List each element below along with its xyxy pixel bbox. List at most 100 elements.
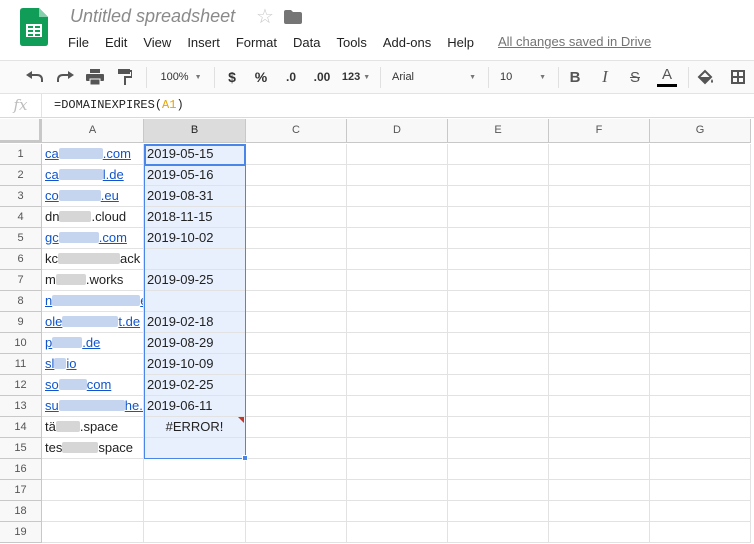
cell-f[interactable] xyxy=(549,270,650,291)
borders-icon[interactable] xyxy=(726,61,750,93)
cell-c[interactable] xyxy=(246,375,347,396)
cell-c[interactable] xyxy=(246,501,347,522)
paint-format-icon[interactable] xyxy=(112,61,138,93)
cell-c[interactable] xyxy=(246,186,347,207)
row-header[interactable]: 13 xyxy=(0,396,42,417)
cell-c[interactable] xyxy=(246,291,347,312)
row-header[interactable]: 18 xyxy=(0,501,42,522)
cell-e[interactable] xyxy=(448,270,549,291)
row-header[interactable]: 14 xyxy=(0,417,42,438)
column-header-g[interactable]: G xyxy=(650,119,751,143)
cell-e[interactable] xyxy=(448,480,549,501)
cell-f[interactable] xyxy=(549,417,650,438)
font-family-select[interactable]: Arial ▼ xyxy=(386,61,482,93)
cell-c[interactable] xyxy=(246,333,347,354)
cell-b[interactable]: 2019-06-11 xyxy=(144,396,246,417)
cell-b[interactable]: 2019-09-25 xyxy=(144,270,246,291)
more-formats-select[interactable]: 123 ▼ xyxy=(338,61,374,93)
cell-b[interactable] xyxy=(144,459,246,480)
zoom-select[interactable]: 100% ▼ xyxy=(152,61,210,93)
row-header[interactable]: 12 xyxy=(0,375,42,396)
row-header[interactable]: 10 xyxy=(0,333,42,354)
cell-f[interactable] xyxy=(549,480,650,501)
cell-d[interactable] xyxy=(347,144,448,165)
cell-d[interactable] xyxy=(347,333,448,354)
cell-a[interactable]: su he.d xyxy=(42,396,144,417)
currency-format-button[interactable]: $ xyxy=(222,61,242,93)
menu-insert[interactable]: Insert xyxy=(179,35,228,50)
cell-a[interactable]: sl io xyxy=(42,354,144,375)
cell-e[interactable] xyxy=(448,459,549,480)
cell-g[interactable] xyxy=(650,270,751,291)
cell-e[interactable] xyxy=(448,375,549,396)
cell-c[interactable] xyxy=(246,396,347,417)
cell-a[interactable]: ca l.de xyxy=(42,165,144,186)
cell-b[interactable] xyxy=(144,522,246,543)
cell-c[interactable] xyxy=(246,522,347,543)
text-color-button[interactable]: A xyxy=(654,61,680,93)
cell-a[interactable]: ole t.de xyxy=(42,312,144,333)
decrease-decimal-button[interactable]: .0 xyxy=(280,61,302,93)
cell-g[interactable] xyxy=(650,375,751,396)
select-all-corner[interactable] xyxy=(0,119,42,143)
cell-d[interactable] xyxy=(347,375,448,396)
increase-decimal-button[interactable]: .00 xyxy=(308,61,336,93)
cell-e[interactable] xyxy=(448,417,549,438)
cell-a[interactable]: nes. xyxy=(42,291,144,312)
cell-f[interactable] xyxy=(549,438,650,459)
cell-a[interactable]: m .works xyxy=(42,270,144,291)
cell-g[interactable] xyxy=(650,333,751,354)
cell-d[interactable] xyxy=(347,480,448,501)
cell-e[interactable] xyxy=(448,333,549,354)
cell-c[interactable] xyxy=(246,270,347,291)
cell-e[interactable] xyxy=(448,144,549,165)
cell-g[interactable] xyxy=(650,480,751,501)
cell-e[interactable] xyxy=(448,396,549,417)
cell-f[interactable] xyxy=(549,228,650,249)
cell-e[interactable] xyxy=(448,522,549,543)
cell-c[interactable] xyxy=(246,438,347,459)
cell-f[interactable] xyxy=(549,207,650,228)
row-header[interactable]: 8 xyxy=(0,291,42,312)
cell-e[interactable] xyxy=(448,249,549,270)
cell-d[interactable] xyxy=(347,312,448,333)
cell-g[interactable] xyxy=(650,291,751,312)
cell-c[interactable] xyxy=(246,207,347,228)
menu-file[interactable]: File xyxy=(60,35,97,50)
cell-f[interactable] xyxy=(549,312,650,333)
row-header[interactable]: 7 xyxy=(0,270,42,291)
row-header[interactable]: 17 xyxy=(0,480,42,501)
cell-f[interactable] xyxy=(549,249,650,270)
cell-b[interactable]: 2019-10-09 xyxy=(144,354,246,375)
cell-b[interactable]: 2018-11-15 xyxy=(144,207,246,228)
cell-b[interactable] xyxy=(144,501,246,522)
cell-d[interactable] xyxy=(347,291,448,312)
cell-d[interactable] xyxy=(347,417,448,438)
row-header[interactable]: 16 xyxy=(0,459,42,480)
cell-c[interactable] xyxy=(246,312,347,333)
cell-g[interactable] xyxy=(650,144,751,165)
redo-icon[interactable] xyxy=(52,61,78,93)
formula-input[interactable]: =DOMAINEXPIRES(A1) xyxy=(54,98,184,112)
cell-e[interactable] xyxy=(448,228,549,249)
cell-g[interactable] xyxy=(650,228,751,249)
menu-view[interactable]: View xyxy=(135,35,179,50)
percent-format-button[interactable]: % xyxy=(250,61,272,93)
cell-f[interactable] xyxy=(549,291,650,312)
row-header[interactable]: 1 xyxy=(0,144,42,165)
cell-f[interactable] xyxy=(549,501,650,522)
row-header[interactable]: 19 xyxy=(0,522,42,543)
cell-g[interactable] xyxy=(650,438,751,459)
cell-g[interactable] xyxy=(650,207,751,228)
column-header-f[interactable]: F xyxy=(549,119,650,143)
cell-e[interactable] xyxy=(448,354,549,375)
print-icon[interactable] xyxy=(82,61,108,93)
fill-handle[interactable] xyxy=(242,455,248,461)
row-header[interactable]: 11 xyxy=(0,354,42,375)
cell-e[interactable] xyxy=(448,501,549,522)
cell-a[interactable] xyxy=(42,459,144,480)
menu-help[interactable]: Help xyxy=(439,35,482,50)
cell-g[interactable] xyxy=(650,396,751,417)
cell-d[interactable] xyxy=(347,165,448,186)
cell-g[interactable] xyxy=(650,165,751,186)
